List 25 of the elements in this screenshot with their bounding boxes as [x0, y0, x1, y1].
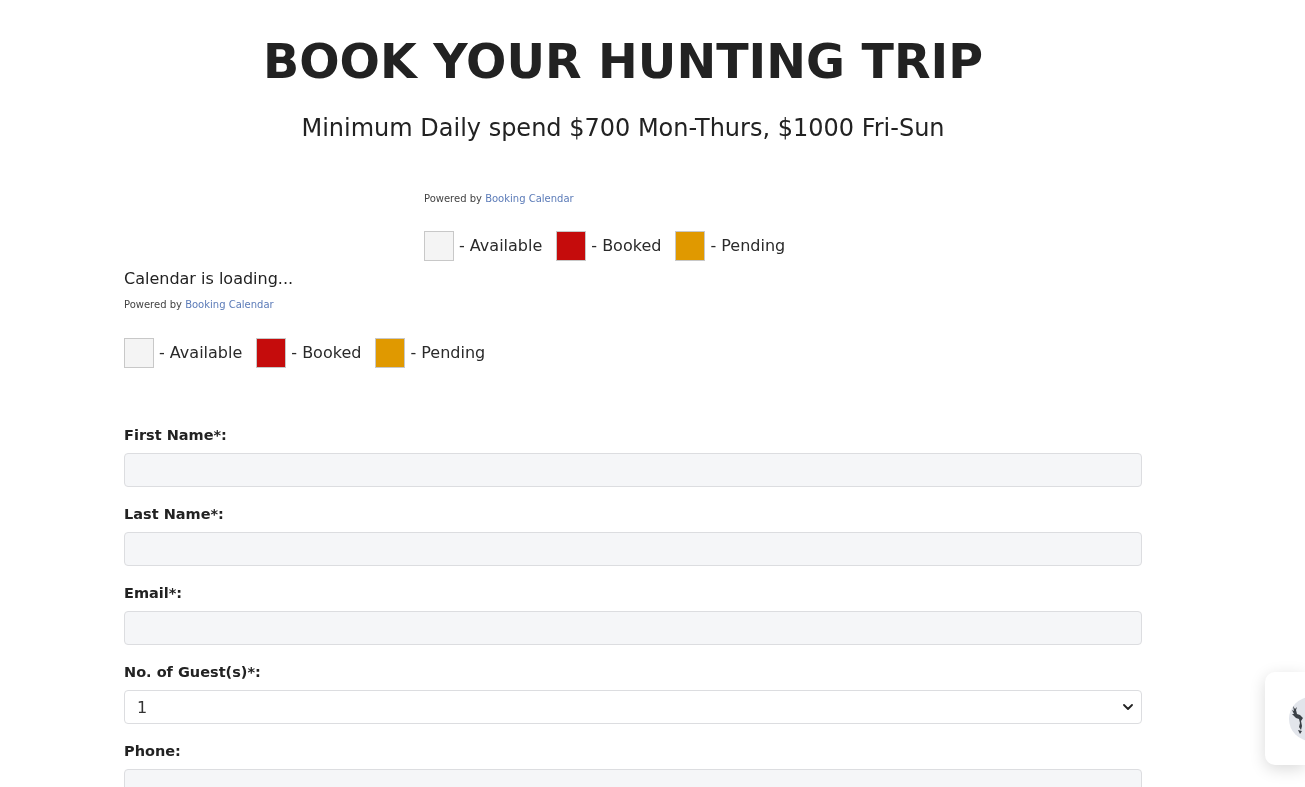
powered-by-text: Powered by Booking Calendar — [424, 192, 575, 206]
powered-by-text: Powered by Booking Calendar — [124, 298, 275, 312]
legend-label: - Pending — [410, 342, 486, 364]
booking-calendar-link[interactable]: Booking Calendar — [485, 193, 574, 204]
field-label: Email*: — [124, 584, 184, 603]
legend-label: - Booked — [591, 235, 662, 257]
chat-widget-card[interactable] — [1265, 672, 1305, 765]
field-label: Phone: — [124, 742, 182, 761]
text-input-field[interactable] — [124, 532, 1142, 566]
legend-label: - Available — [459, 235, 543, 257]
calendar-loading-text: Calendar is loading... — [124, 268, 295, 290]
text-input-field[interactable] — [124, 453, 1142, 487]
field-label: Last Name*: — [124, 505, 225, 524]
page-title: BOOK YOUR HUNTING TRIP — [262, 34, 984, 90]
page-subtitle: Minimum Daily spend $700 Mon-Thurs, $1000 Fri-Sun — [300, 113, 946, 143]
guest-count-select[interactable]: 1 — [124, 690, 1142, 724]
text-input-field[interactable] — [124, 611, 1142, 645]
avatar-icon — [1289, 696, 1305, 741]
legend-label: - Booked — [291, 342, 362, 364]
legend-label: - Available — [159, 342, 243, 364]
field-label: No. of Guest(s)*: — [124, 663, 262, 682]
booking-calendar-link[interactable]: Booking Calendar — [185, 299, 274, 310]
legend-label: - Pending — [710, 235, 786, 257]
chevron-down-icon — [1123, 704, 1133, 710]
field-label: First Name*: — [124, 426, 228, 445]
